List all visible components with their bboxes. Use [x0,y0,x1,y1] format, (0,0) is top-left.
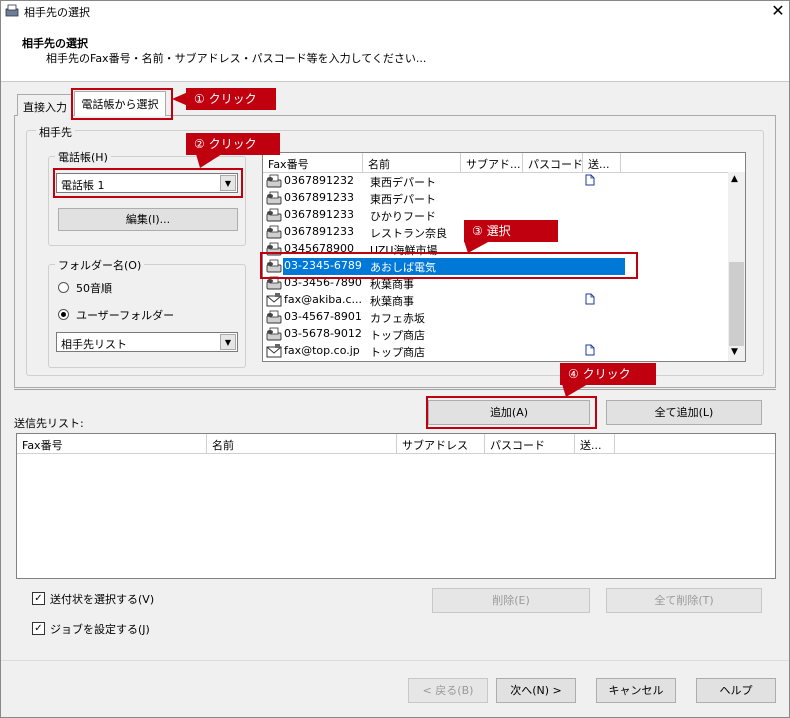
list-item[interactable]: 0367891233 東西デパート [263,190,729,207]
cover-sheet-checkbox[interactable]: ✓ [32,592,45,605]
fax-number: 03-4567-8901 [284,310,362,323]
fax-machine-icon [266,208,282,222]
radio-user-folder-label: ユーザーフォルダー [76,309,175,322]
phonebook-group-label: 電話帳(H) [55,149,111,165]
recipient-group-label: 相手先 [36,124,75,140]
cover-document-icon [585,174,595,186]
next-button[interactable]: 次へ(N) > [496,678,576,703]
annotation-box-phonebook [53,168,243,198]
column-header[interactable]: 名前 [207,434,397,453]
column-header[interactable]: 送... [575,434,615,453]
contact-name: ひかりフード [370,210,436,223]
send-list-label: 送信先リスト: [14,417,84,430]
radio-user-folder[interactable] [58,309,69,320]
fax-number: 0367891233 [284,225,354,238]
contact-name: トップ商店 [370,346,425,359]
folder-select[interactable]: 相手先リスト ▼ [56,332,238,352]
fax-number: 0367891233 [284,208,354,221]
scroll-up-icon[interactable]: ▲ [731,174,738,184]
delete-button[interactable]: 削除(E) [432,588,590,613]
folder-group-label: フォルダー名(O) [55,257,145,273]
annotation-callout-3: ③ 選択 [464,220,558,242]
header-title: 相手先の選択 [22,37,88,50]
tab-direct-input[interactable]: 直接入力 [17,94,73,116]
annotation-callout-1: ① クリック [186,88,276,110]
callout-pointer [172,92,188,106]
column-header[interactable]: パスコード [523,153,583,172]
delete-all-button[interactable]: 全て削除(T) [606,588,762,613]
list-item[interactable]: 03-4567-8901 カフェ赤坂 [263,309,729,326]
close-icon[interactable]: ✕ [768,1,788,21]
edit-phonebook-button[interactable]: 編集(I)... [58,208,238,231]
footer-separator [1,660,789,661]
annotation-box-tab [71,88,173,120]
annotation-callout-2: ② クリック [186,133,280,155]
annotation-callout-4: ④ クリック [560,363,656,385]
window-title: 相手先の選択 [24,6,90,19]
list-item[interactable]: fax@top.co.jp トップ商店 [263,343,729,360]
back-button[interactable]: < 戻る(B) [408,678,488,703]
scrollbar-thumb[interactable] [729,262,744,346]
callout-pointer [464,241,490,253]
fax-machine-icon [266,191,282,205]
fax-number: 03-5678-9012 [284,327,362,340]
radio-50on-label: 50音順 [76,282,112,295]
callout-pointer [562,384,588,397]
fax-number: 0367891232 [284,174,354,187]
contact-name: カフェ赤坂 [370,312,425,325]
contact-name: レストラン奈良 [370,227,447,240]
cancel-button[interactable]: キャンセル [596,678,676,703]
column-header[interactable]: パスコード [485,434,575,453]
fax-machine-icon [266,174,282,188]
fax-number: 0367891233 [284,191,354,204]
email-fax-icon [266,344,282,358]
folder-select-value: 相手先リスト [61,338,127,351]
callout-pointer [196,154,222,168]
list-item[interactable]: 03-5678-9012 トップ商店 [263,326,729,343]
contact-name: 東西デパート [370,193,436,206]
list-item[interactable]: fax@akiba.c... 秋葉商事 [263,292,729,309]
cover-sheet-label: 送付状を選択する(V) [50,593,155,606]
annotation-box-add [426,396,597,429]
fax-number: fax@top.co.jp [284,344,360,357]
cover-document-icon [585,344,595,356]
send-list[interactable]: Fax番号 名前 サブアドレス パスコード 送... [16,433,776,579]
column-header[interactable]: 名前 [363,153,461,172]
scroll-down-icon[interactable]: ▼ [731,347,738,357]
contact-name: 秋葉商事 [370,295,414,308]
header-subtitle: 相手先のFax番号・名前・サブアドレス・パスコード等を入力してください... [46,52,427,65]
fax-machine-icon [266,310,282,324]
fax-machine-icon [266,225,282,239]
title-bar [0,0,790,22]
column-header[interactable]: Fax番号 [17,434,207,453]
contact-name: 東西デパート [370,176,436,189]
column-header[interactable]: サブアドレス [397,434,485,453]
cover-document-icon [585,293,595,305]
vertical-scrollbar[interactable]: ▲ ▼ [728,172,745,361]
radio-50on[interactable] [58,282,69,293]
help-button[interactable]: ヘルプ [696,678,776,703]
column-header[interactable]: サブアド... [461,153,523,172]
fax-number: fax@akiba.c... [284,293,363,306]
job-settings-label: ジョブを設定する(J) [50,623,150,636]
add-all-button[interactable]: 全て追加(L) [606,400,762,425]
column-header[interactable]: Fax番号 [263,153,363,172]
job-settings-checkbox[interactable]: ✓ [32,622,45,635]
list-item[interactable]: 0367891232 東西デパート [263,173,729,190]
app-icon [5,4,19,17]
column-header[interactable]: 送... [583,153,621,172]
fax-machine-icon [266,327,282,341]
annotation-box-selection [260,252,638,279]
contact-name: トップ商店 [370,329,425,342]
email-fax-icon [266,293,282,307]
separator [14,389,776,390]
chevron-down-icon: ▼ [220,334,236,350]
